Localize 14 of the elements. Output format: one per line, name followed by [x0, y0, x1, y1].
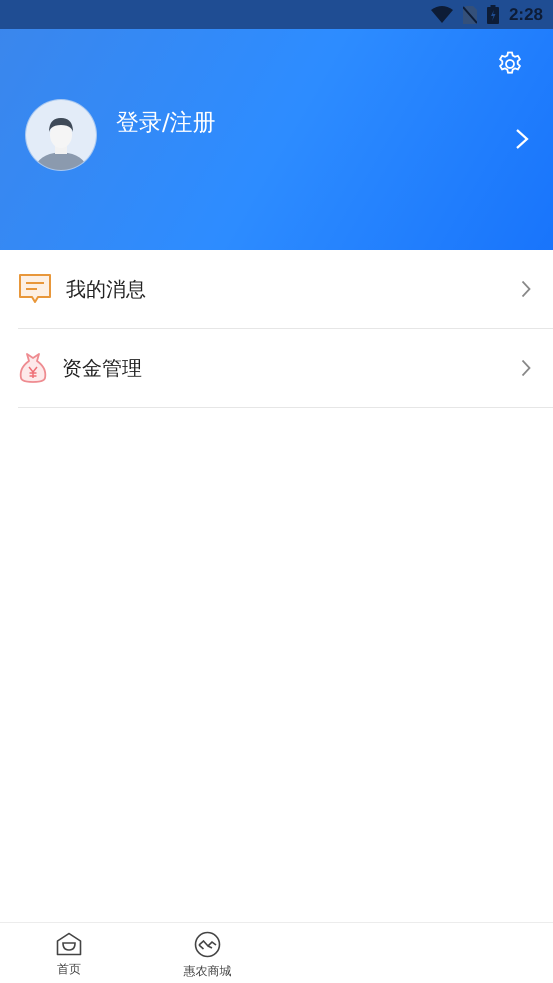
battery-icon	[486, 5, 499, 24]
message-icon	[18, 273, 52, 305]
clock-text: 2:28	[508, 4, 543, 26]
money-bag-icon	[18, 352, 48, 384]
chevron-right-icon	[521, 280, 531, 298]
chevron-right-icon	[521, 359, 531, 377]
nav-tab[interactable]: 首页	[0, 923, 138, 983]
shop-icon	[194, 930, 221, 958]
wifi-icon	[430, 6, 453, 23]
no-sim-icon	[462, 6, 477, 24]
chevron-right-icon[interactable]	[515, 128, 529, 150]
avatar[interactable]	[24, 98, 98, 172]
nav-tab[interactable]: 惠农商城	[138, 923, 276, 983]
home-icon	[56, 932, 82, 956]
